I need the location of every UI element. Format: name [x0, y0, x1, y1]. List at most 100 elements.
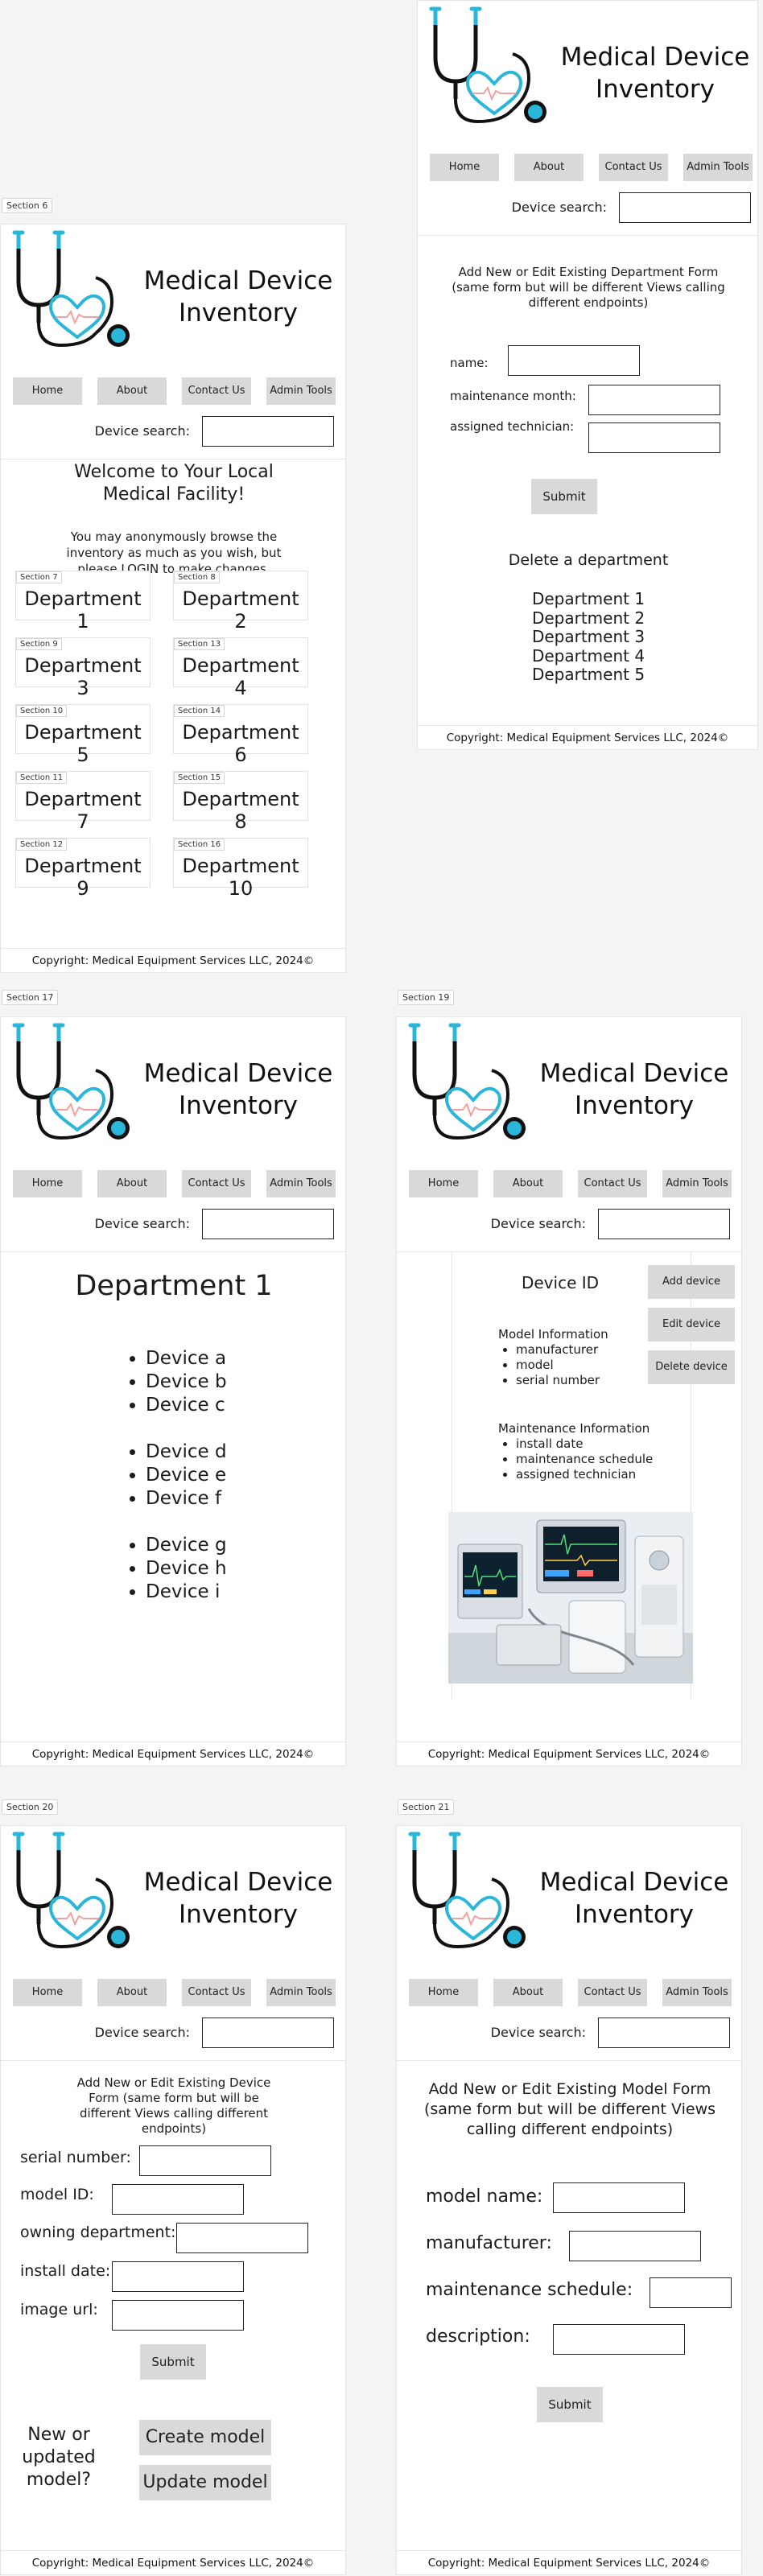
model-info-item: serial number — [516, 1373, 600, 1388]
department-card[interactable]: Section 13 Department 4 — [173, 637, 308, 699]
device-item[interactable]: Device b — [146, 1370, 227, 1394]
device-item[interactable]: Device h — [146, 1557, 227, 1581]
device-item[interactable]: Device c — [146, 1394, 227, 1417]
name-input[interactable] — [508, 345, 640, 376]
nav-about-button[interactable]: About — [493, 1170, 563, 1197]
nav-admin-button[interactable]: Admin Tools — [266, 1979, 336, 2006]
device-search-input[interactable] — [598, 2018, 730, 2048]
maintenance-info-item: maintenance schedule — [516, 1452, 653, 1467]
update-model-button[interactable]: Update model — [139, 2465, 271, 2500]
department-view-section: Medical Device Inventory Home About Cont… — [0, 1016, 346, 1766]
delete-department-item[interactable]: Department 2 — [418, 608, 759, 629]
device-search-input[interactable] — [619, 192, 751, 223]
nav-home-button[interactable]: Home — [13, 1979, 82, 2006]
app-title: Medical Device Inventory — [539, 1868, 729, 1929]
nav-home-button[interactable]: Home — [409, 1170, 478, 1197]
maintenance-month-input[interactable] — [588, 385, 720, 415]
section-label: Section 7 — [16, 571, 62, 583]
footer: Copyright: Medical Equipment Services LL… — [1, 948, 345, 972]
department-card[interactable]: Section 15 Department 8 — [173, 771, 308, 833]
nav-contact-button[interactable]: Contact Us — [578, 1979, 647, 2006]
stethoscope-heart-icon — [397, 1017, 534, 1154]
submit-button[interactable]: Submit — [140, 2344, 206, 2380]
device-search-input[interactable] — [202, 1209, 334, 1239]
device-search-input[interactable] — [598, 1209, 730, 1239]
nav-home-button[interactable]: Home — [13, 1170, 82, 1197]
department-card[interactable]: Section 12 Department 9 — [15, 838, 151, 900]
model-name-input[interactable] — [553, 2182, 685, 2213]
department-card[interactable]: Section 10 Department 5 — [15, 704, 151, 766]
section-label: Section 9 — [16, 638, 62, 650]
create-model-button[interactable]: Create model — [139, 2420, 271, 2455]
description-input[interactable] — [553, 2324, 685, 2355]
assigned-technician-input[interactable] — [588, 422, 720, 453]
nav-home-button[interactable]: Home — [430, 154, 499, 181]
section-label: Section 13 — [174, 638, 225, 650]
nav-contact-button[interactable]: Contact Us — [182, 377, 251, 405]
nav-admin-button[interactable]: Admin Tools — [266, 377, 336, 405]
section-label: Section 19 — [398, 990, 455, 1005]
stethoscope-heart-icon — [1, 1826, 138, 1963]
department-card[interactable]: Section 14 Department 6 — [173, 704, 308, 766]
delete-department-item[interactable]: Department 1 — [418, 589, 759, 609]
nav-admin-button[interactable]: Admin Tools — [266, 1170, 336, 1197]
delete-department-list: Department 1 Department 2 Department 3 D… — [418, 589, 759, 685]
nav-about-button[interactable]: About — [97, 1979, 167, 2006]
nav-about-button[interactable]: About — [514, 154, 584, 181]
nav-about-button[interactable]: About — [97, 1170, 167, 1197]
department-card[interactable]: Section 16 Department 10 — [173, 838, 308, 900]
submit-button[interactable]: Submit — [537, 2387, 603, 2422]
department-name: Department 4 — [182, 654, 299, 699]
nav-home-button[interactable]: Home — [409, 1979, 478, 2006]
nav-contact-button[interactable]: Contact Us — [182, 1979, 251, 2006]
add-device-button[interactable]: Add device — [648, 1265, 735, 1299]
site-header: Medical Device Inventory Home About Cont… — [418, 1, 757, 236]
delete-department-item[interactable]: Department 5 — [418, 665, 759, 685]
image-url-input[interactable] — [112, 2300, 244, 2331]
department-card[interactable]: Section 9 Department 3 — [15, 637, 151, 699]
department-card[interactable]: Section 11 Department 7 — [15, 771, 151, 833]
edit-device-button[interactable]: Edit device — [648, 1308, 735, 1342]
nav-contact-button[interactable]: Contact Us — [182, 1170, 251, 1197]
nav-admin-button[interactable]: Admin Tools — [683, 154, 753, 181]
footer: Copyright: Medical Equipment Services LL… — [397, 2550, 741, 2574]
delete-device-button[interactable]: Delete device — [648, 1350, 735, 1384]
owning-department-input[interactable] — [176, 2223, 308, 2253]
device-item[interactable]: Device d — [146, 1440, 227, 1464]
model-id-input[interactable] — [112, 2184, 244, 2215]
intro-text: You may anonymously browse the inventory… — [66, 530, 282, 576]
submit-button[interactable]: Submit — [531, 479, 597, 514]
department-card[interactable]: Section 8 Department 2 — [173, 571, 308, 633]
device-item[interactable]: Device f — [146, 1487, 227, 1511]
nav-home-button[interactable]: Home — [13, 377, 82, 405]
model-info-list: manufacturer model serial number — [516, 1342, 600, 1388]
device-search-input[interactable] — [202, 416, 334, 447]
device-item[interactable]: Device a — [146, 1347, 227, 1370]
manufacturer-input[interactable] — [569, 2231, 701, 2261]
maintenance-schedule-input[interactable] — [650, 2277, 732, 2308]
nav-contact-button[interactable]: Contact Us — [599, 154, 668, 181]
device-item[interactable]: Device e — [146, 1464, 227, 1487]
section-label: Section 16 — [174, 839, 225, 851]
nav-admin-button[interactable]: Admin Tools — [662, 1979, 732, 2006]
maintenance-info-heading: Maintenance Information — [498, 1421, 650, 1436]
install-date-input[interactable] — [112, 2261, 244, 2292]
model-info-heading: Model Information — [498, 1327, 608, 1342]
device-item[interactable]: Device i — [146, 1581, 227, 1604]
device-form-section: Medical Device Inventory Home About Cont… — [0, 1825, 346, 2575]
serial-number-input[interactable] — [139, 2145, 271, 2176]
model-form-section: Medical Device Inventory Home About Cont… — [396, 1825, 742, 2575]
department-card[interactable]: Section 7 Department 1 — [15, 571, 151, 633]
delete-department-item[interactable]: Department 4 — [418, 646, 759, 666]
device-search-input[interactable] — [202, 2018, 334, 2048]
delete-department-item[interactable]: Department 3 — [418, 627, 759, 647]
nav-about-button[interactable]: About — [97, 377, 167, 405]
nav-about-button[interactable]: About — [493, 1979, 563, 2006]
footer: Copyright: Medical Equipment Services LL… — [418, 725, 757, 749]
nav-admin-button[interactable]: Admin Tools — [662, 1170, 732, 1197]
nav-contact-button[interactable]: Contact Us — [578, 1170, 647, 1197]
department-name: Department 3 — [24, 654, 142, 699]
device-item[interactable]: Device g — [146, 1534, 227, 1557]
nav-bar: Home About Contact Us Admin Tools — [409, 1170, 732, 1197]
section-label: Section 20 — [2, 1799, 59, 1815]
